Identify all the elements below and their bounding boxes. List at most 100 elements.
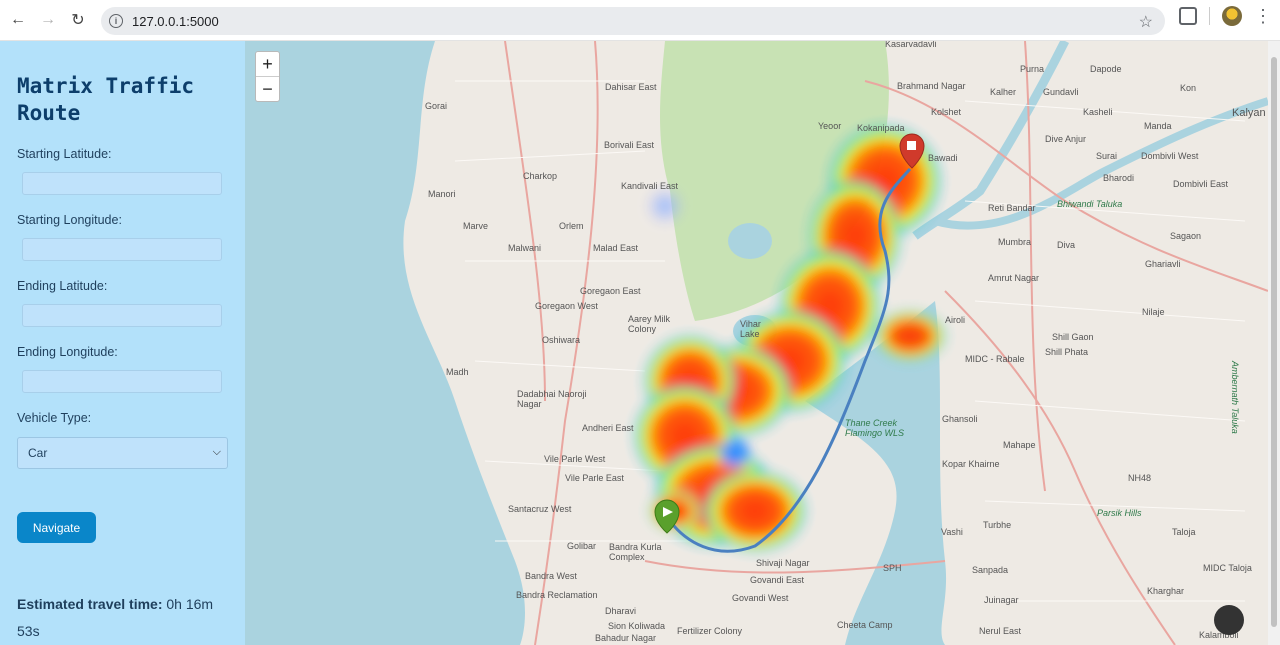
url-text[interactable]: 127.0.0.1:5000	[132, 14, 219, 29]
map-label: Cheeta Camp	[837, 620, 893, 630]
zoom-in-button[interactable]: +	[256, 52, 279, 77]
map-label: Fertilizer Colony	[677, 626, 743, 636]
map-label: Ghansoli	[942, 414, 978, 424]
map-label: Malad East	[593, 243, 639, 253]
map-label: Aarey Milk Colony	[628, 314, 671, 334]
navigate-button[interactable]: Navigate	[17, 512, 96, 543]
map-label: Kalher	[990, 87, 1017, 97]
map-label: Gundavli	[1043, 87, 1079, 97]
map-label: Ghariavli	[1145, 259, 1181, 269]
map-label: Orlem	[559, 221, 584, 231]
sidebar: Matrix Traffic Route Starting Latitude: …	[0, 41, 245, 645]
map-label: Sagaon	[1170, 231, 1202, 241]
map-label: Kalyan	[1232, 107, 1266, 119]
start-latitude-label: Starting Latitude:	[17, 147, 112, 161]
map-label: Dharavi	[605, 606, 637, 616]
toolbar-divider	[1209, 7, 1210, 25]
map-label: Charkop	[523, 171, 558, 181]
end-longitude-input[interactable]	[22, 370, 222, 393]
map-label: Bharodi	[1103, 173, 1135, 183]
map-label: Malwani	[508, 243, 542, 253]
page-scrollbar[interactable]	[1268, 41, 1280, 645]
menu-icon[interactable]: ⋮	[1254, 7, 1272, 25]
chevron-down-icon: ⌵	[212, 446, 221, 458]
vehicle-type-label: Vehicle Type:	[17, 411, 92, 425]
map-label: Nerul East	[979, 626, 1022, 636]
map-label: Yeoor	[818, 121, 842, 131]
map-label: Marve	[463, 221, 489, 231]
map-label: Bawadi	[928, 153, 958, 163]
owl-icon[interactable]	[1214, 605, 1244, 635]
forward-arrow-icon[interactable]: →	[33, 5, 63, 35]
end-longitude-label: Ending Longitude:	[17, 345, 118, 359]
start-latitude-input[interactable]	[22, 172, 222, 195]
map-label: MIDC - Rabale	[965, 354, 1025, 364]
map-label: Bandra West	[525, 571, 577, 581]
info-icon[interactable]: i	[109, 14, 123, 28]
map-label: Purna	[1020, 64, 1045, 74]
map-label: Madh	[446, 367, 469, 377]
map-label: Kolshet	[931, 107, 962, 117]
map-label: Surai	[1096, 151, 1118, 161]
tulsi-lake	[728, 223, 772, 259]
travel-time: Estimated travel time: 0h 16m 53s	[17, 591, 227, 645]
puzzle-icon[interactable]	[1179, 7, 1197, 25]
map-label: Sion Koliwada	[608, 621, 666, 631]
map-label: Bandra Kurla Complex	[609, 542, 662, 562]
map-label: Vashi	[941, 527, 963, 537]
map-label: Sanpada	[972, 565, 1009, 575]
map-label: Ambernath Taluka	[1230, 361, 1240, 434]
map-label: Andheri East	[582, 423, 634, 433]
map-label: NH48	[1128, 473, 1152, 483]
map-label: Kasarvadavli	[885, 41, 937, 49]
map-label: Dive Anjur	[1045, 134, 1087, 144]
star-icon[interactable]: ☆	[1139, 12, 1153, 32]
map-label: Kharghar	[1147, 586, 1185, 596]
map-label: Goregaon East	[580, 286, 641, 296]
zoom-out-button[interactable]: −	[256, 77, 279, 102]
map-label: Diva	[1057, 240, 1076, 250]
map-label: Dahisar East	[605, 82, 657, 92]
browser-toolbar: ← → ↻ i 127.0.0.1:5000 ☆ ⋮	[0, 0, 1280, 41]
map-label: Borivali East	[604, 140, 655, 150]
address-bar[interactable]: i 127.0.0.1:5000 ☆	[101, 7, 1165, 35]
map-label: Parsik Hills	[1097, 508, 1142, 518]
map-label: Manori	[428, 189, 456, 199]
map-label: SPH	[883, 563, 902, 573]
map-label: Juinagar	[984, 595, 1019, 605]
scrollbar-thumb[interactable]	[1271, 57, 1277, 627]
sea-area	[245, 41, 525, 645]
map-canvas[interactable]	[245, 41, 1268, 645]
start-longitude-label: Starting Longitude:	[17, 213, 122, 227]
travel-time-label: Estimated travel time:	[17, 596, 163, 612]
map-label: Vihar Lake	[740, 319, 761, 339]
map-label: Kon	[1180, 83, 1197, 93]
map-label: Shill Phata	[1045, 347, 1089, 357]
map-label: Kopar Khairne	[942, 459, 1000, 469]
map-label: Santacruz West	[508, 504, 572, 514]
end-latitude-input[interactable]	[22, 304, 222, 327]
map-label: Bandra Reclamation	[516, 590, 598, 600]
profile-icon[interactable]	[1222, 6, 1242, 26]
reload-icon[interactable]: ↻	[63, 5, 93, 35]
vehicle-type-select[interactable]: Car ⌵	[17, 437, 228, 469]
start-longitude-input[interactable]	[22, 238, 222, 261]
map-label: Taloja	[1172, 527, 1196, 537]
map-label: Vile Parle West	[544, 454, 606, 464]
map-label: Kandivali East	[621, 181, 679, 191]
map-label: Dombivli West	[1141, 151, 1199, 161]
map-label: Airoli	[945, 315, 966, 325]
back-arrow-icon[interactable]: ←	[3, 5, 33, 35]
map-label: Turbhe	[983, 520, 1012, 530]
map[interactable]: + − Kasarvadavli Brahmand Nagar Kolshet …	[245, 41, 1268, 645]
map-label: Govandi West	[732, 593, 789, 603]
map-label: Dadabhai Naoroji Nagar	[517, 389, 587, 409]
vehicle-type-value: Car	[28, 446, 48, 460]
map-label: Shill Gaon	[1052, 332, 1094, 342]
map-label: Brahmand Nagar	[897, 81, 966, 91]
map-label: Manda	[1144, 121, 1172, 131]
map-label: Dombivli East	[1173, 179, 1229, 189]
page-title: Matrix Traffic Route	[17, 74, 195, 125]
map-label: Mahape	[1003, 440, 1036, 450]
map-label: Nilaje	[1142, 307, 1165, 317]
